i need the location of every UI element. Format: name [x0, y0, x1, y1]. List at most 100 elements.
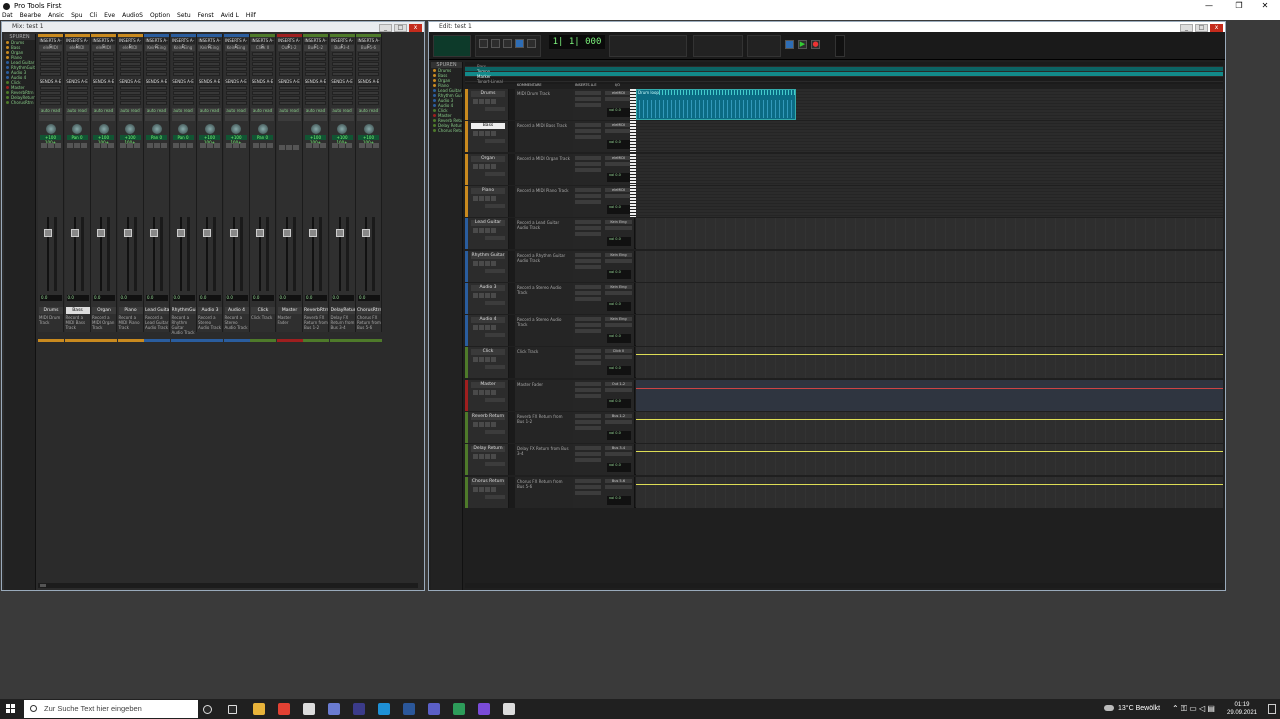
track-view-selector[interactable]: [485, 397, 505, 402]
cortana-icon[interactable]: [203, 705, 212, 714]
group-selector[interactable]: [145, 115, 168, 121]
track-view-selector[interactable]: [485, 430, 505, 434]
insert-slot[interactable]: [278, 67, 300, 71]
input-monitor-button[interactable]: [479, 195, 484, 201]
record-enable-button[interactable]: [93, 143, 100, 148]
insert-slot[interactable]: [575, 264, 601, 269]
menu-item[interactable]: Spu: [71, 12, 82, 20]
track-comment[interactable]: Record a MIDI Bass Track: [515, 121, 573, 153]
solo-button[interactable]: [286, 145, 292, 150]
output-selector[interactable]: [605, 258, 632, 263]
send-slot[interactable]: [66, 86, 88, 90]
send-slot[interactable]: [93, 101, 114, 105]
track-comment[interactable]: Click Track: [251, 315, 275, 320]
track-timeline[interactable]: [636, 379, 1223, 411]
group-selector[interactable]: [330, 115, 354, 121]
insert-slot[interactable]: [575, 381, 601, 386]
insert-slot[interactable]: [278, 62, 300, 66]
word-icon[interactable]: [403, 703, 415, 715]
track-name[interactable]: Chorus Return: [471, 478, 505, 485]
track-header[interactable]: Chorus Return: [465, 476, 509, 508]
output-selector[interactable]: [605, 452, 632, 457]
task-view-icon[interactable]: [228, 705, 237, 714]
edit-tools-group[interactable]: [475, 35, 541, 57]
insert-slot[interactable]: [575, 484, 601, 489]
zoom-tool-icon[interactable]: [479, 39, 488, 48]
automation-mode[interactable]: auto read: [171, 108, 195, 114]
volume-value[interactable]: 0.0: [358, 295, 380, 301]
fader-cap[interactable]: [123, 229, 132, 237]
track-header[interactable]: Delay Return: [465, 444, 509, 476]
record-enable-button[interactable]: [332, 143, 338, 148]
send-slot[interactable]: [40, 96, 61, 100]
solo-button[interactable]: [485, 454, 490, 460]
insert-slot[interactable]: [93, 57, 114, 61]
insert-slot[interactable]: [199, 62, 220, 66]
tracklist-item[interactable]: Chorus Return: [431, 128, 462, 133]
solo-button[interactable]: [47, 143, 54, 148]
output-selector[interactable]: [605, 420, 632, 424]
record-enable-button[interactable]: [473, 454, 478, 460]
tray-icons[interactable]: ⌃ ⚿ ▭ ◁ ▤: [1172, 699, 1215, 719]
mute-button[interactable]: [491, 99, 496, 104]
solo-button[interactable]: [485, 292, 490, 298]
track-volume[interactable]: vol 0.0: [607, 431, 631, 440]
track-name[interactable]: ChorusRtrn: [357, 307, 381, 314]
volume-fader[interactable]: [334, 217, 352, 291]
mute-button[interactable]: [491, 195, 496, 201]
insert-slot[interactable]: [40, 67, 61, 71]
send-slot[interactable]: [252, 96, 273, 100]
record-enable-button[interactable]: [146, 143, 153, 148]
insert-slot[interactable]: [40, 72, 61, 76]
insert-slot[interactable]: [66, 57, 88, 61]
solo-button[interactable]: [206, 143, 213, 148]
io-selector[interactable]: Kein Eing: [224, 45, 248, 51]
track-name[interactable]: DelayReturn: [330, 307, 355, 314]
menu-item[interactable]: Setu: [177, 12, 191, 20]
grid-nudge-group[interactable]: [693, 35, 743, 57]
insert-slot[interactable]: [119, 57, 141, 61]
record-enable-button[interactable]: [173, 143, 179, 148]
input-selector[interactable]: Click II: [605, 349, 632, 354]
insert-slot[interactable]: [66, 67, 88, 71]
send-slot[interactable]: [252, 101, 273, 105]
track-name[interactable]: Click: [251, 307, 275, 314]
send-slot[interactable]: [172, 101, 194, 105]
track-name[interactable]: Drums: [471, 91, 505, 97]
send-slot[interactable]: [199, 96, 220, 100]
track-header[interactable]: Piano: [465, 185, 509, 217]
edit-mode-group[interactable]: [433, 35, 471, 57]
insert-slot[interactable]: [172, 67, 194, 71]
edit-scrollbar[interactable]: [465, 583, 1223, 588]
maximize-button[interactable]: ❐: [1228, 0, 1250, 12]
track-name[interactable]: Click: [471, 349, 505, 356]
send-slot[interactable]: [119, 101, 141, 105]
track-view-selector[interactable]: [485, 365, 505, 370]
send-slot[interactable]: [331, 101, 353, 105]
record-enable-button[interactable]: [199, 143, 206, 148]
pan-knob[interactable]: [257, 124, 268, 134]
record-enable-button[interactable]: [67, 143, 73, 148]
send-slot[interactable]: [305, 101, 326, 105]
grabber-tool-icon[interactable]: [515, 39, 524, 48]
solo-button[interactable]: [312, 143, 319, 148]
solo-button[interactable]: [153, 143, 160, 148]
track-view-selector[interactable]: [485, 268, 505, 273]
mute-button[interactable]: [491, 131, 496, 137]
insert-slot[interactable]: [252, 62, 273, 66]
track-name[interactable]: Master: [471, 381, 505, 388]
input-monitor-button[interactable]: [479, 163, 484, 169]
track-comment[interactable]: Record a Stereo Audio Track: [515, 282, 573, 314]
volume-fader[interactable]: [254, 217, 272, 291]
track-name[interactable]: Rhythm Guitar: [471, 252, 505, 259]
input-selector[interactable]: Kein Eing: [605, 252, 632, 257]
volume-value[interactable]: 0.0: [93, 295, 115, 301]
track-name[interactable]: ReverbRtrn: [304, 307, 328, 314]
solo-button[interactable]: [339, 143, 345, 148]
insert-slot[interactable]: [278, 57, 300, 61]
volume-fader[interactable]: [69, 217, 87, 291]
insert-slot[interactable]: [575, 258, 601, 263]
group-selector[interactable]: [39, 115, 62, 121]
insert-slot[interactable]: [119, 62, 141, 66]
track-timeline[interactable]: [636, 315, 1223, 347]
